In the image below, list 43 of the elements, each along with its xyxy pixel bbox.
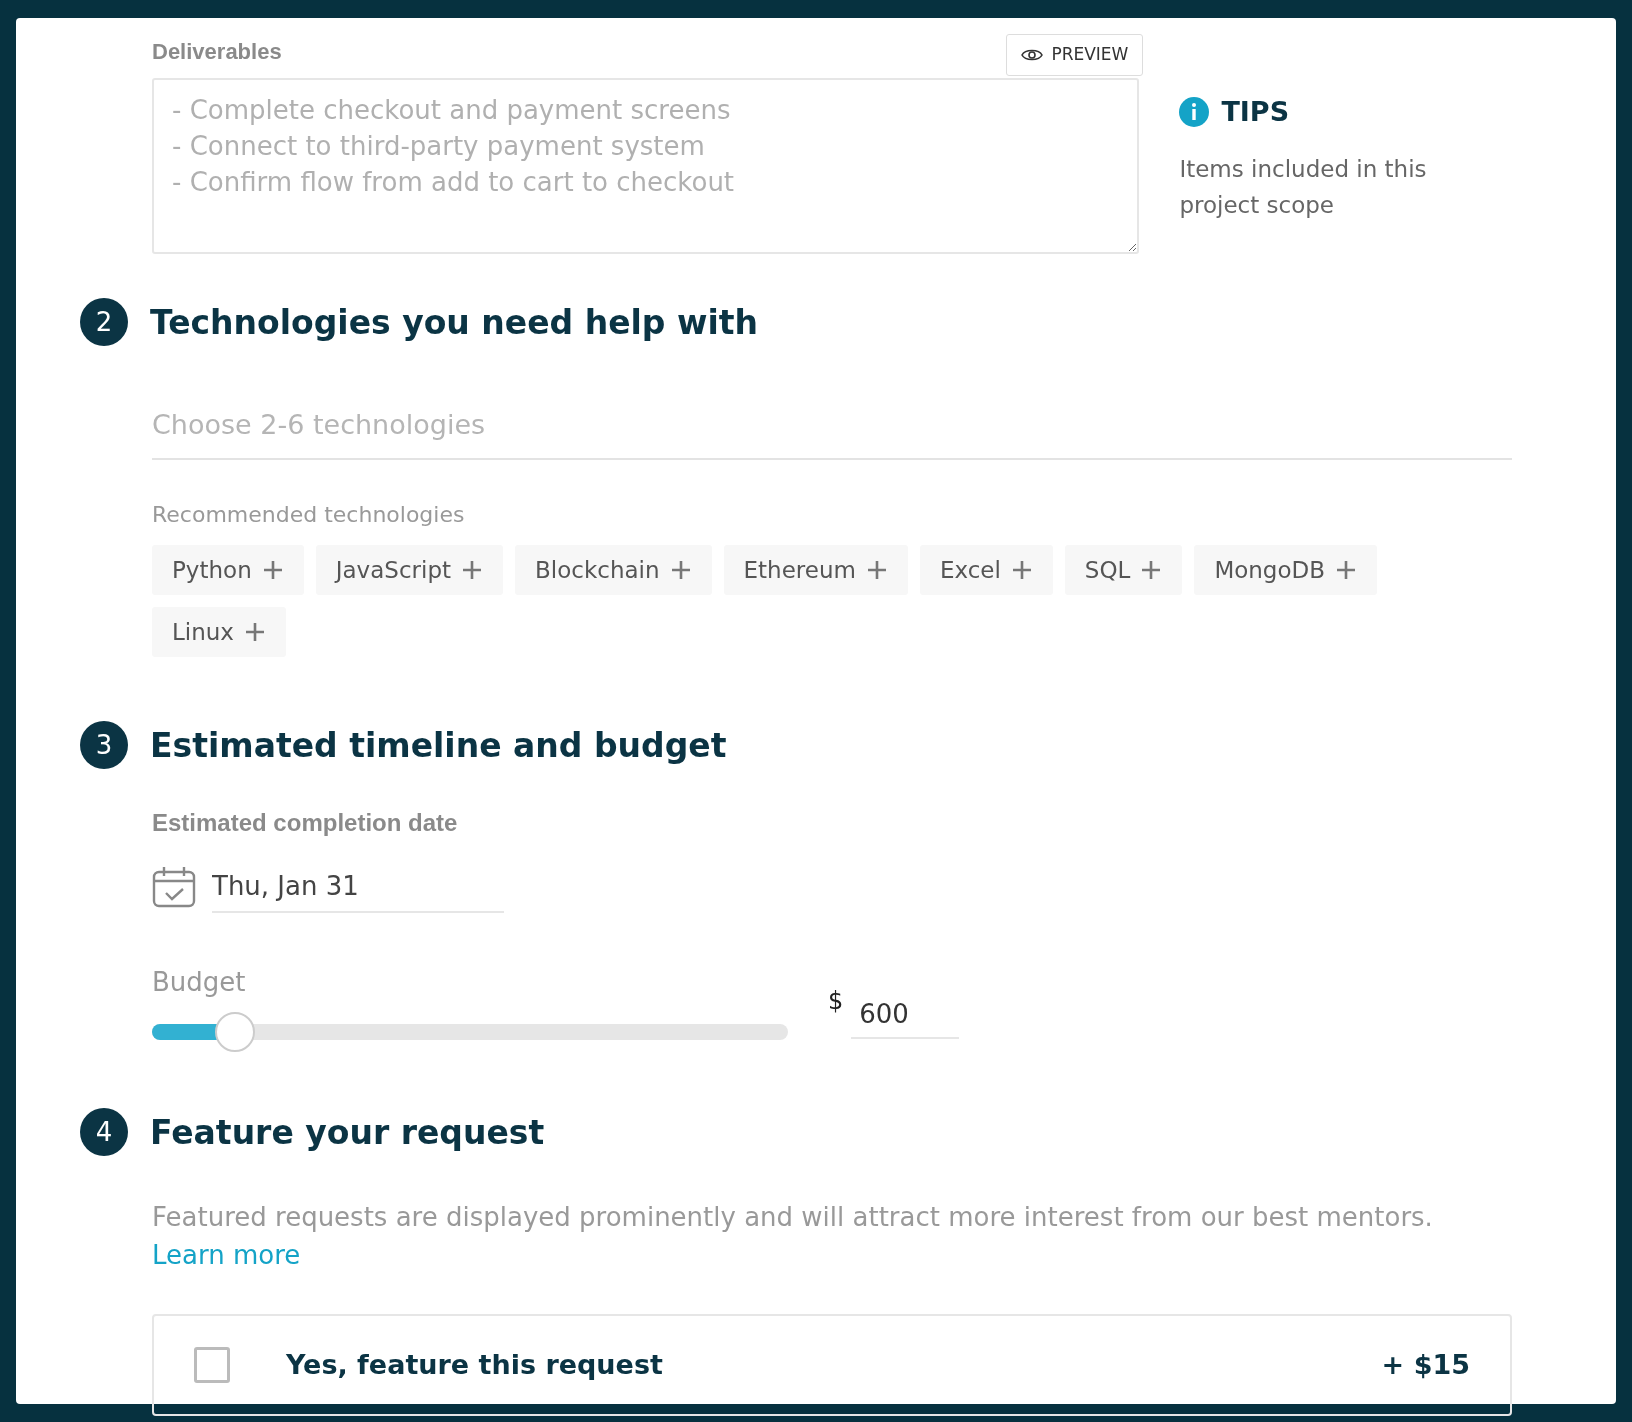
- plus-icon: [669, 559, 692, 581]
- technology-chip[interactable]: JavaScript: [315, 545, 504, 595]
- preview-button[interactable]: PREVIEW: [1006, 34, 1144, 76]
- technology-search-field[interactable]: Choose 2-6 technologies: [152, 390, 1512, 460]
- plus-icon: [461, 559, 484, 581]
- plus-icon: [244, 621, 266, 643]
- date-field[interactable]: Thu, Jan 31: [212, 861, 504, 913]
- technology-chip[interactable]: SQL: [1064, 545, 1183, 595]
- budget-label: Budget: [152, 966, 247, 999]
- plus-icon: [865, 559, 888, 581]
- plus-icon: [1335, 559, 1358, 581]
- feature-price: + $15: [1381, 1347, 1470, 1382]
- field-label: Estimated completion date: [152, 808, 459, 838]
- technology-chip[interactable]: Linux: [152, 607, 286, 657]
- technology-chip[interactable]: MongoDB: [1194, 545, 1378, 595]
- section-heading: Feature your request: [150, 1115, 545, 1149]
- plus-icon: [1140, 559, 1163, 581]
- feature-checkbox[interactable]: [194, 1347, 230, 1383]
- field-label: Deliverables: [152, 38, 282, 66]
- technology-chip[interactable]: Blockchain: [515, 545, 712, 595]
- plus-icon: [261, 559, 284, 581]
- tips-text: Items included in this project scope: [1179, 154, 1428, 220]
- recommended-label: Recommended technologies: [152, 501, 466, 529]
- currency-symbol: $: [828, 986, 844, 1017]
- step-number: 2: [80, 298, 128, 346]
- technology-chip[interactable]: Python: [152, 545, 304, 595]
- section-heading: Estimated timeline and budget: [150, 728, 727, 762]
- step-number: 4: [80, 1108, 128, 1156]
- step-number: 3: [80, 721, 128, 769]
- slider-track[interactable]: [152, 1024, 788, 1040]
- feature-description: Featured requests are displayed prominently and will attract more interest from our best mentors.: [152, 1201, 1434, 1234]
- budget-field[interactable]: 600: [851, 991, 960, 1039]
- section-heading: Technologies you need help with: [150, 305, 759, 339]
- feature-option-label: Yes, feature this request: [286, 1347, 663, 1382]
- calendar-check-icon: [152, 866, 196, 908]
- info-icon: [1179, 97, 1210, 128]
- deliverables-textarea[interactable]: - Complete checkout and payment screens - Connect to third-party payment system - Confirm flow from add to cart to checkout: [152, 78, 1140, 254]
- tips-title: TIPS: [1221, 95, 1290, 129]
- eye-icon: [1021, 47, 1044, 63]
- slider-thumb[interactable]: [214, 1012, 255, 1052]
- technology-chip[interactable]: Excel: [919, 545, 1053, 595]
- plus-icon: [1010, 559, 1033, 581]
- technology-chip[interactable]: Ethereum: [723, 545, 908, 595]
